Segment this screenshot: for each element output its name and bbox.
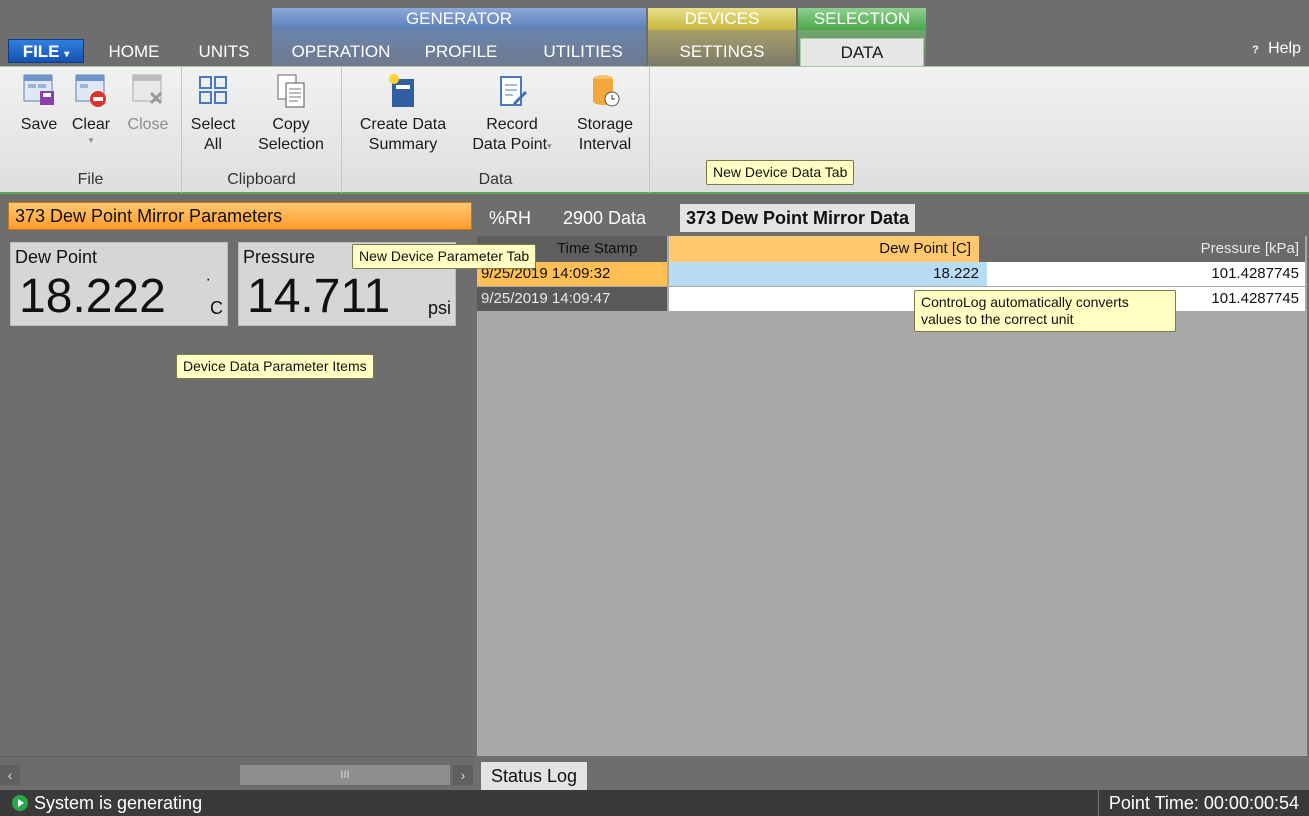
copy-label-line2: Selection: [258, 136, 324, 153]
callout-device-data-parameter-items: Device Data Parameter Items: [176, 354, 374, 379]
select-all-button[interactable]: Select All: [188, 71, 238, 155]
ribbon-tab-bar: GENERATOR DEVICES SELECTION FILE ▾ HOME …: [0, 0, 1309, 66]
controlog-window: GENERATOR DEVICES SELECTION FILE ▾ HOME …: [0, 0, 1309, 816]
parameters-panel: 373 Dew Point Mirror Parameters Dew Poin…: [0, 196, 473, 758]
parameter-value: 18.222: [19, 270, 166, 323]
record-icon: [500, 76, 527, 106]
copy-label-line1: Copy: [272, 116, 310, 133]
tab-status-log[interactable]: Status Log: [481, 762, 588, 790]
column-header-pressure[interactable]: Pressure [kPa]: [979, 236, 1305, 262]
row-1-pressure[interactable]: 101.4287745: [987, 262, 1305, 286]
tab-operation[interactable]: OPERATION: [280, 38, 402, 66]
close-button[interactable]: Close: [120, 71, 176, 135]
tab-profile[interactable]: PROFILE: [414, 38, 508, 66]
data-panel: %RH 2900 Data 373 Dew Point Mirror Data …: [475, 196, 1309, 758]
tab-data[interactable]: DATA: [800, 38, 924, 66]
parameter-value: 14.711: [247, 270, 391, 323]
record-label-line1: Record: [486, 116, 538, 133]
status-bar: System is generating Point Time: 00:00:0…: [0, 790, 1309, 816]
data-summary-icon: [389, 74, 414, 107]
save-icon: [23, 74, 54, 105]
generator-context-label: GENERATOR: [272, 8, 646, 30]
data-group-label: Data: [478, 171, 513, 188]
copy-selection-button[interactable]: Copy Selection: [246, 71, 336, 155]
select-all-label-line2: All: [204, 136, 222, 153]
create-summary-label-line1: Create Data: [359, 116, 447, 133]
play-icon: [12, 795, 28, 811]
device-parameters-tab[interactable]: 373 Dew Point Mirror Parameters: [8, 202, 472, 230]
tab-settings[interactable]: SETTINGS: [664, 38, 780, 66]
copy-icon: [277, 74, 305, 108]
file-menu-label: FILE: [22, 42, 60, 61]
parameter-unit: psi: [427, 298, 451, 318]
storage-label-line1: Storage: [576, 116, 634, 133]
parameter-unit: C: [210, 298, 223, 318]
callout-new-device-parameter-tab: New Device Parameter Tab: [352, 244, 537, 269]
scroll-right-icon[interactable]: ›: [453, 765, 473, 785]
help-label: Help: [1268, 40, 1301, 57]
create-data-summary-button[interactable]: Create Data Summary: [348, 71, 458, 155]
save-button[interactable]: Save: [14, 71, 64, 135]
data-group: Create Data Summary Record Data Point▾ S…: [342, 67, 650, 193]
callout-unit-conversion: ControLog automatically converts values …: [914, 290, 1176, 332]
scrollbar-thumb[interactable]: III: [240, 765, 450, 785]
callout-new-device-data-tab: New Device Data Tab: [706, 160, 855, 185]
file-group-label: File: [77, 171, 104, 188]
tab-home[interactable]: HOME: [100, 38, 168, 66]
selection-context-label: SELECTION: [798, 8, 926, 30]
data-grid: Time Stamp Dew Point [C] Pressure [kPa] …: [475, 236, 1307, 758]
clear-icon: [75, 74, 106, 107]
file-group: Save Clear ▾ Close File: [0, 67, 182, 193]
select-all-label-line1: Select: [190, 116, 236, 133]
clear-button[interactable]: Clear ▾: [66, 71, 116, 145]
record-label-line2: Data Point: [472, 136, 548, 153]
clipboard-group: Select All Copy Selection Clipboard: [182, 67, 342, 193]
storage-interval-icon: [593, 75, 620, 107]
help-button[interactable]: ? Help: [1252, 40, 1301, 58]
ribbon-panel: Save Clear ▾ Close File Select All Copy …: [0, 66, 1309, 194]
save-label: Save: [20, 116, 58, 133]
horizontal-scrollbar[interactable]: ‹ III ›: [0, 756, 473, 786]
column-header-dew-point[interactable]: Dew Point [C]: [669, 236, 979, 262]
dew-point-parameter-card[interactable]: Dew Point 18.222 · C: [10, 242, 228, 326]
create-summary-label-line2: Summary: [368, 136, 438, 153]
chevron-down-icon: ▾: [547, 141, 552, 151]
point-time-readout: Point Time: 00:00:00:54: [1097, 790, 1299, 816]
degree-mark: ·: [205, 271, 211, 288]
help-icon: ?: [1252, 44, 1259, 56]
clipboard-group-label: Clipboard: [227, 171, 296, 188]
tab-2900-data[interactable]: 2900 Data: [563, 204, 646, 232]
bottom-tab-bar: Status Log: [475, 756, 1309, 790]
file-menu-button[interactable]: FILE ▾: [8, 39, 84, 63]
tab-units[interactable]: UNITS: [188, 38, 260, 66]
scroll-left-icon[interactable]: ‹: [0, 765, 20, 785]
tab-373-dew-point-mirror-data[interactable]: 373 Dew Point Mirror Data: [680, 204, 916, 232]
storage-label-line2: Interval: [578, 136, 632, 153]
chevron-down-icon: ▾: [64, 49, 70, 60]
devices-context-label: DEVICES: [648, 8, 796, 30]
select-all-icon: [199, 76, 227, 104]
chevron-down-icon: ▾: [88, 135, 94, 145]
close-label: Close: [127, 116, 169, 133]
tab-utilities[interactable]: UTILITIES: [530, 38, 636, 66]
status-text: System is generating: [34, 793, 203, 813]
row-1-dew-point[interactable]: 18.222: [669, 262, 987, 286]
row-2-time[interactable]: 9/25/2019 14:09:47: [477, 287, 667, 311]
clear-label: Clear: [71, 116, 111, 133]
parameter-name: Pressure: [243, 247, 316, 267]
parameter-name: Dew Point: [15, 247, 98, 267]
record-data-point-button[interactable]: Record Data Point▾: [462, 71, 562, 156]
close-icon: [132, 74, 163, 105]
storage-interval-button[interactable]: Storage Interval: [566, 71, 644, 155]
tab-rh[interactable]: %RH: [489, 204, 531, 232]
